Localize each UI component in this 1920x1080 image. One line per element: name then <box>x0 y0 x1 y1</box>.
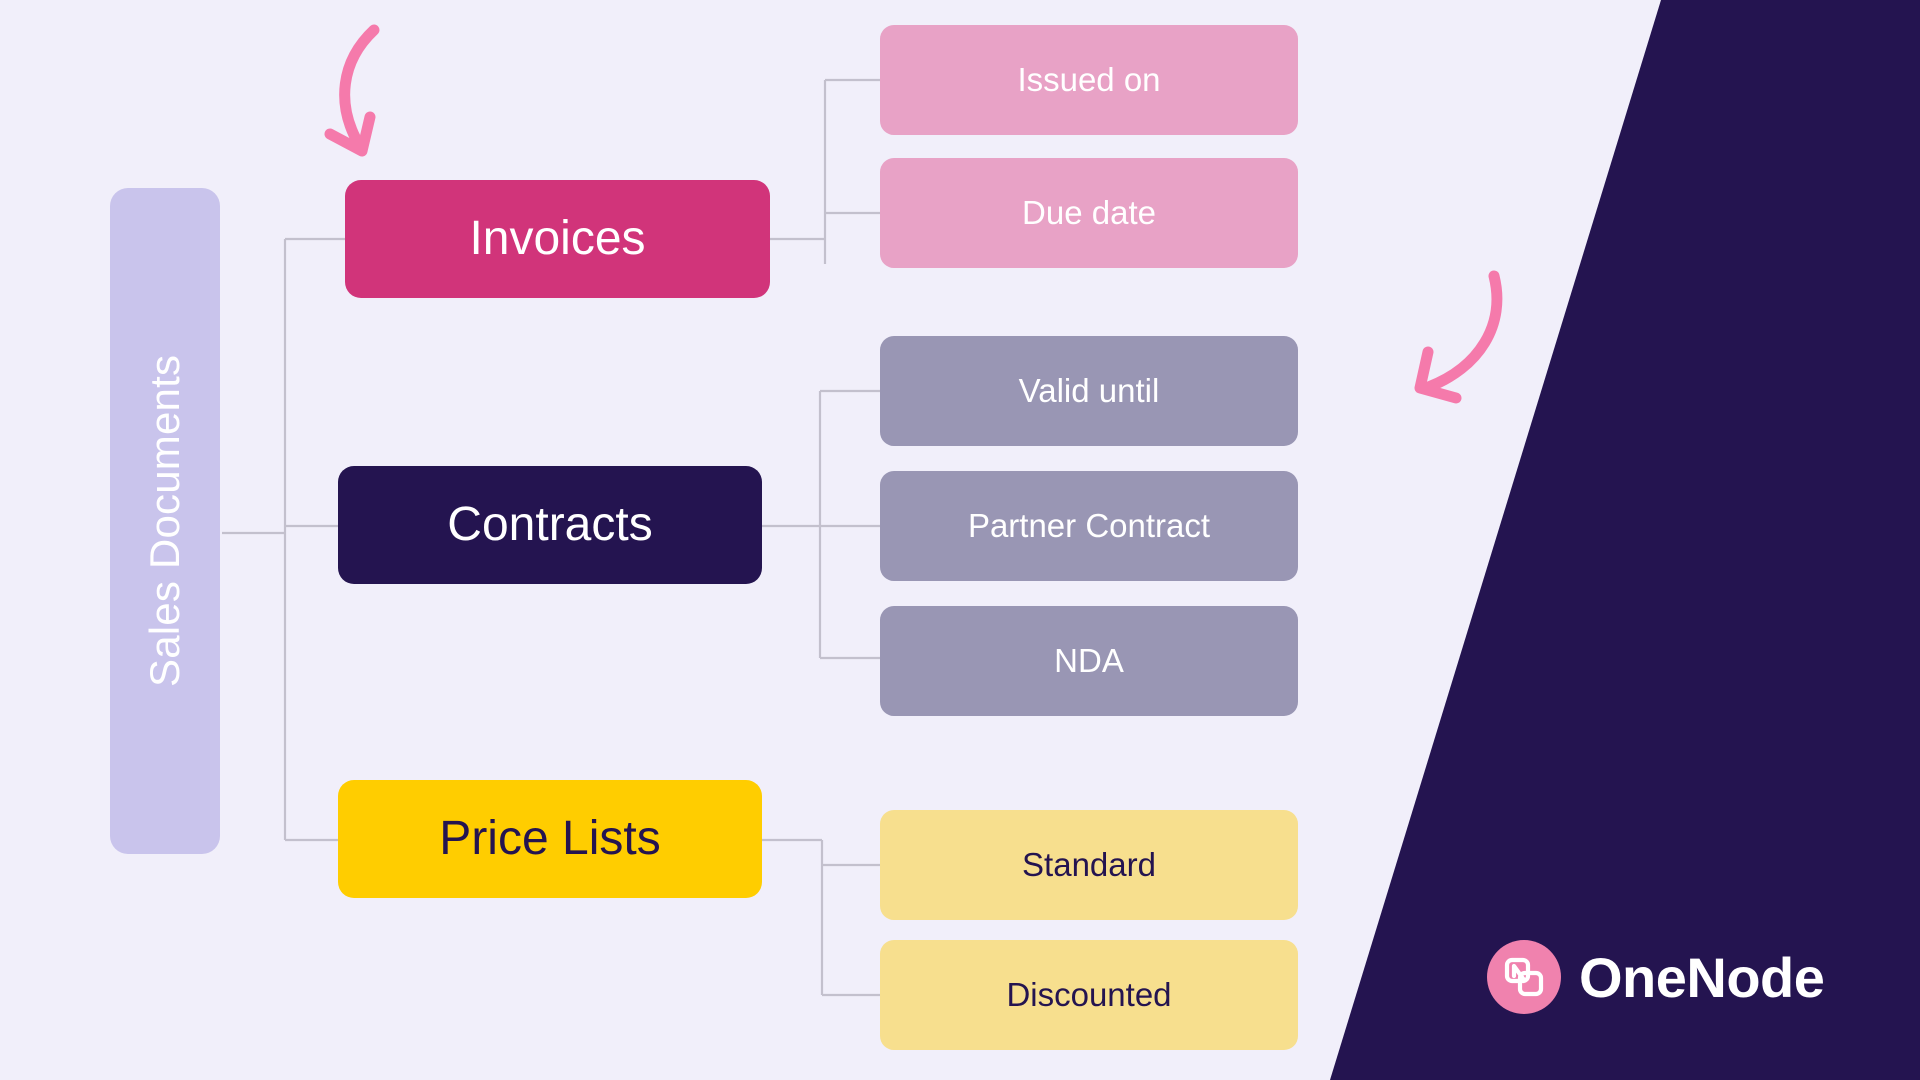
node-nda-label: NDA <box>1054 642 1124 680</box>
node-price-lists[interactable]: Price Lists <box>338 780 762 898</box>
diagram-canvas: Sales Documents Invoices Issued on Due d… <box>0 0 1920 1080</box>
node-contracts-label: Contracts <box>447 498 653 552</box>
node-issued-on-label: Issued on <box>1017 61 1161 99</box>
node-discounted[interactable]: Discounted <box>880 940 1298 1050</box>
node-partner-contract-label: Partner Contract <box>967 507 1211 545</box>
node-due-date-label: Due date <box>1022 194 1156 232</box>
onenode-n-logo-icon <box>1487 940 1561 1014</box>
node-contracts[interactable]: Contracts <box>338 466 762 584</box>
node-due-date[interactable]: Due date <box>880 158 1298 268</box>
node-standard-label: Standard <box>1022 846 1156 884</box>
brand-name: OneNode <box>1579 945 1825 1009</box>
node-partner-contract[interactable]: Partner Contract <box>880 471 1298 581</box>
node-nda[interactable]: NDA <box>880 606 1298 716</box>
node-issued-on[interactable]: Issued on <box>880 25 1298 135</box>
node-standard[interactable]: Standard <box>880 810 1298 920</box>
brand-logo: OneNode <box>1487 940 1825 1014</box>
node-valid-until[interactable]: Valid until <box>880 336 1298 446</box>
node-valid-until-label: Valid until <box>1018 372 1160 410</box>
node-price-lists-label: Price Lists <box>439 812 661 866</box>
node-invoices[interactable]: Invoices <box>345 180 770 298</box>
node-discounted-label: Discounted <box>1006 976 1172 1014</box>
node-root-label: Sales Documents <box>140 354 188 688</box>
node-root-sales-documents[interactable]: Sales Documents <box>110 188 220 854</box>
node-invoices-label: Invoices <box>469 212 646 266</box>
